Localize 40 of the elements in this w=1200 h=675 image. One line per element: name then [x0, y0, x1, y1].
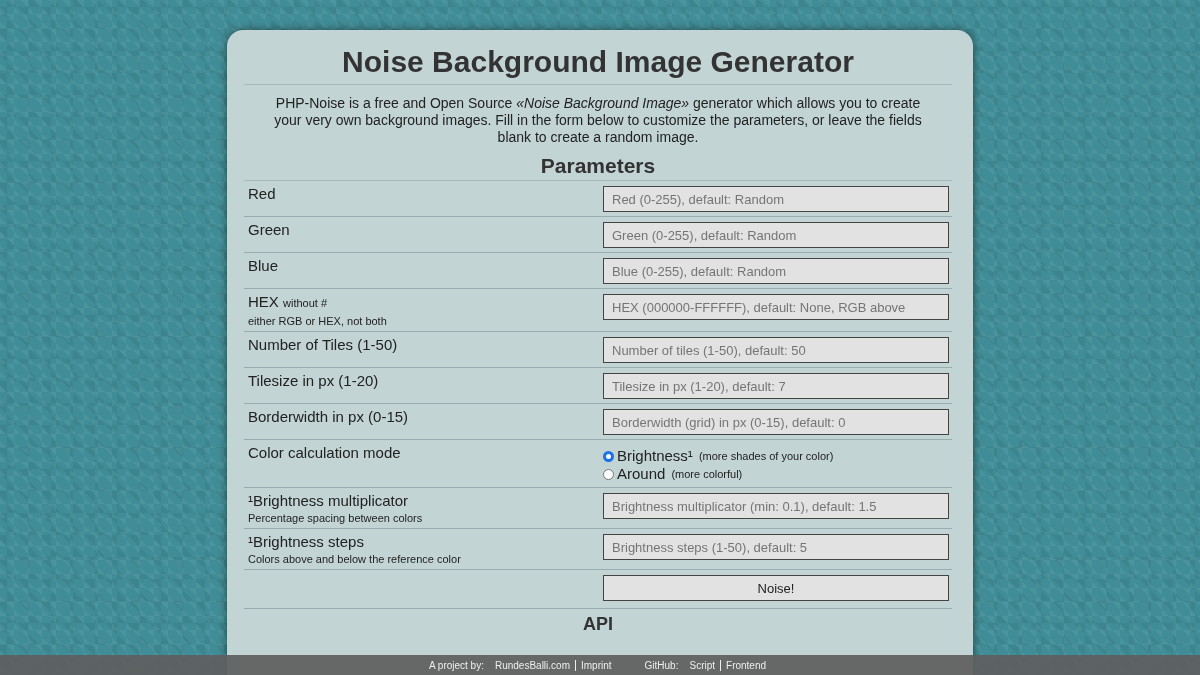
radio-label[interactable]: Around: [617, 465, 666, 483]
field-hint: Colors above and below the reference color: [248, 553, 462, 565]
input-field[interactable]: Tilesize in px (1-20), default: 7: [603, 373, 949, 399]
field-label: Red: [248, 185, 276, 202]
page-title: Noise Background Image Generator: [244, 42, 952, 85]
field-label: Number of Tiles (1-50): [248, 336, 398, 353]
input-field[interactable]: Red (0-255), default: Random: [603, 186, 949, 212]
field-hint: Percentage spacing between colors: [248, 512, 424, 524]
field-hint: either RGB or HEX, not both: [248, 315, 388, 327]
intro-text: PHP-Noise is a free and Open Source «Noise Background Image» generator which allows you to create your very own background images. Fill in the form below to customize the parameters, or leave the fields blank to create a random image.: [273, 95, 923, 146]
footer-link[interactable]: Frontend: [720, 659, 772, 671]
radio-label[interactable]: Brightness¹: [617, 447, 693, 465]
input-field[interactable]: Number of tiles (1-50), default: 50: [603, 337, 949, 363]
footer-link[interactable]: RundesBalli.com: [489, 659, 575, 671]
input-field[interactable]: Green (0-255), default: Random: [603, 222, 949, 248]
field-label: Tilesize in px (1-20): [248, 372, 379, 389]
footer-link[interactable]: Script: [684, 659, 721, 671]
field-label: Color calculation mode: [248, 444, 401, 461]
radio-note: (more colorful): [671, 467, 743, 482]
input-field[interactable]: Borderwidth (grid) in px (0-15), default: 0: [603, 409, 949, 435]
input-field[interactable]: Blue (0-255), default: Random: [603, 258, 949, 284]
footer-label: GitHub:: [644, 659, 679, 671]
field-label: HEX: [248, 293, 279, 310]
section-title: API: [582, 615, 614, 633]
field-label: Borderwidth in px (0-15): [248, 408, 409, 425]
footer-link[interactable]: Imprint: [575, 659, 617, 671]
radio-note: (more shades of your color): [698, 449, 834, 464]
radio-button[interactable]: [603, 450, 614, 462]
radio-button[interactable]: [603, 468, 614, 480]
footer-label: A project by:: [428, 659, 484, 671]
section-title: Parameters: [244, 154, 952, 181]
noise-button[interactable]: Noise!: [603, 575, 949, 601]
field-label: Green: [248, 221, 290, 238]
field-note: without #: [283, 297, 328, 309]
field-label: ¹Brightness multiplicator: [248, 492, 409, 509]
field-label: Blue: [248, 257, 279, 274]
input-field[interactable]: Brightness multiplicator (min: 0.1), default: 1.5: [603, 493, 949, 519]
field-label: ¹Brightness steps: [248, 533, 364, 550]
input-field[interactable]: Brightness steps (1-50), default: 5: [603, 534, 949, 560]
input-field[interactable]: HEX (000000-FFFFFF), default: None, RGB above: [603, 294, 949, 320]
